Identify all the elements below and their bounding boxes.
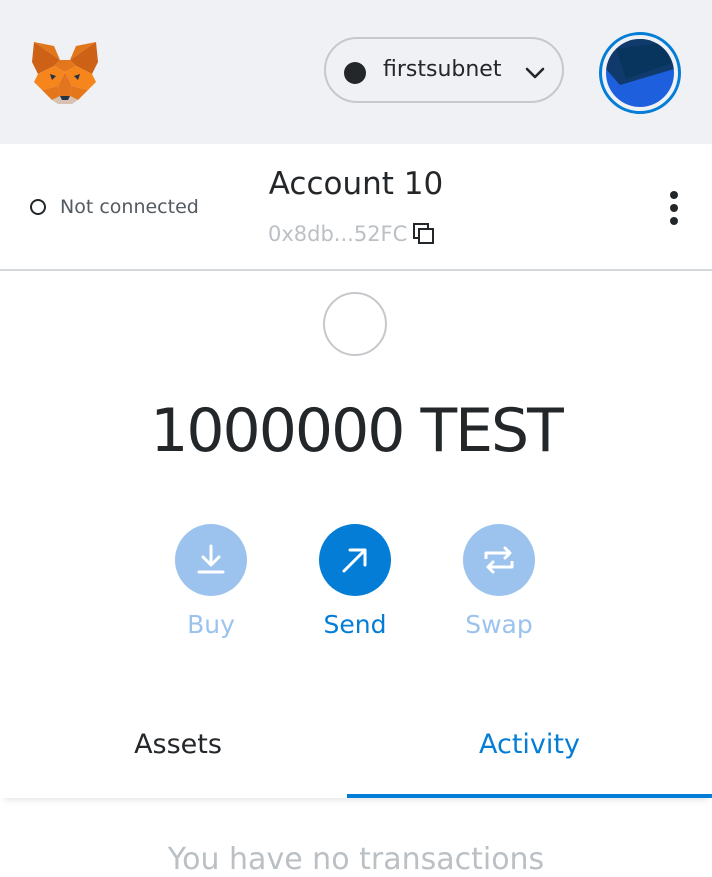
tab-assets[interactable]: Assets xyxy=(0,700,356,798)
account-avatar[interactable] xyxy=(599,32,681,114)
chevron-down-icon xyxy=(524,62,546,84)
account-bar: Not connected Account 10 0x8db...52FC xyxy=(0,144,712,271)
jazzicon-avatar xyxy=(606,39,674,107)
buy-button-circle xyxy=(175,524,247,596)
send-label: Send xyxy=(323,610,387,639)
swap-arrows-icon xyxy=(484,546,514,574)
account-address-copy[interactable]: 0x8db...52FC xyxy=(268,222,435,246)
arrow-up-right-icon xyxy=(342,548,367,573)
tab-activity[interactable]: Activity xyxy=(347,700,712,798)
network-selector[interactable]: firstsubnet xyxy=(324,37,564,103)
send-button[interactable]: Send xyxy=(300,524,410,639)
buy-label: Buy xyxy=(187,610,235,639)
swap-button-circle xyxy=(463,524,535,596)
app-header: firstsubnet xyxy=(0,0,712,144)
buy-button[interactable]: Buy xyxy=(156,524,266,639)
account-name: Account 10 xyxy=(268,166,444,202)
balance-amount: 1000000 TEST xyxy=(150,396,564,466)
token-icon xyxy=(323,292,387,356)
network-status-dot xyxy=(344,62,366,84)
copy-icon[interactable] xyxy=(413,223,435,245)
account-address: 0x8db...52FC xyxy=(268,222,408,246)
network-name: firstsubnet xyxy=(383,57,502,82)
kebab-menu-icon[interactable] xyxy=(664,190,684,226)
swap-button[interactable]: Swap xyxy=(444,524,554,639)
home-tabs: Assets Activity xyxy=(0,700,712,798)
metamask-fox-icon[interactable] xyxy=(30,40,100,104)
send-button-circle xyxy=(319,524,391,596)
download-icon xyxy=(197,544,225,574)
swap-label: Swap xyxy=(465,610,533,639)
